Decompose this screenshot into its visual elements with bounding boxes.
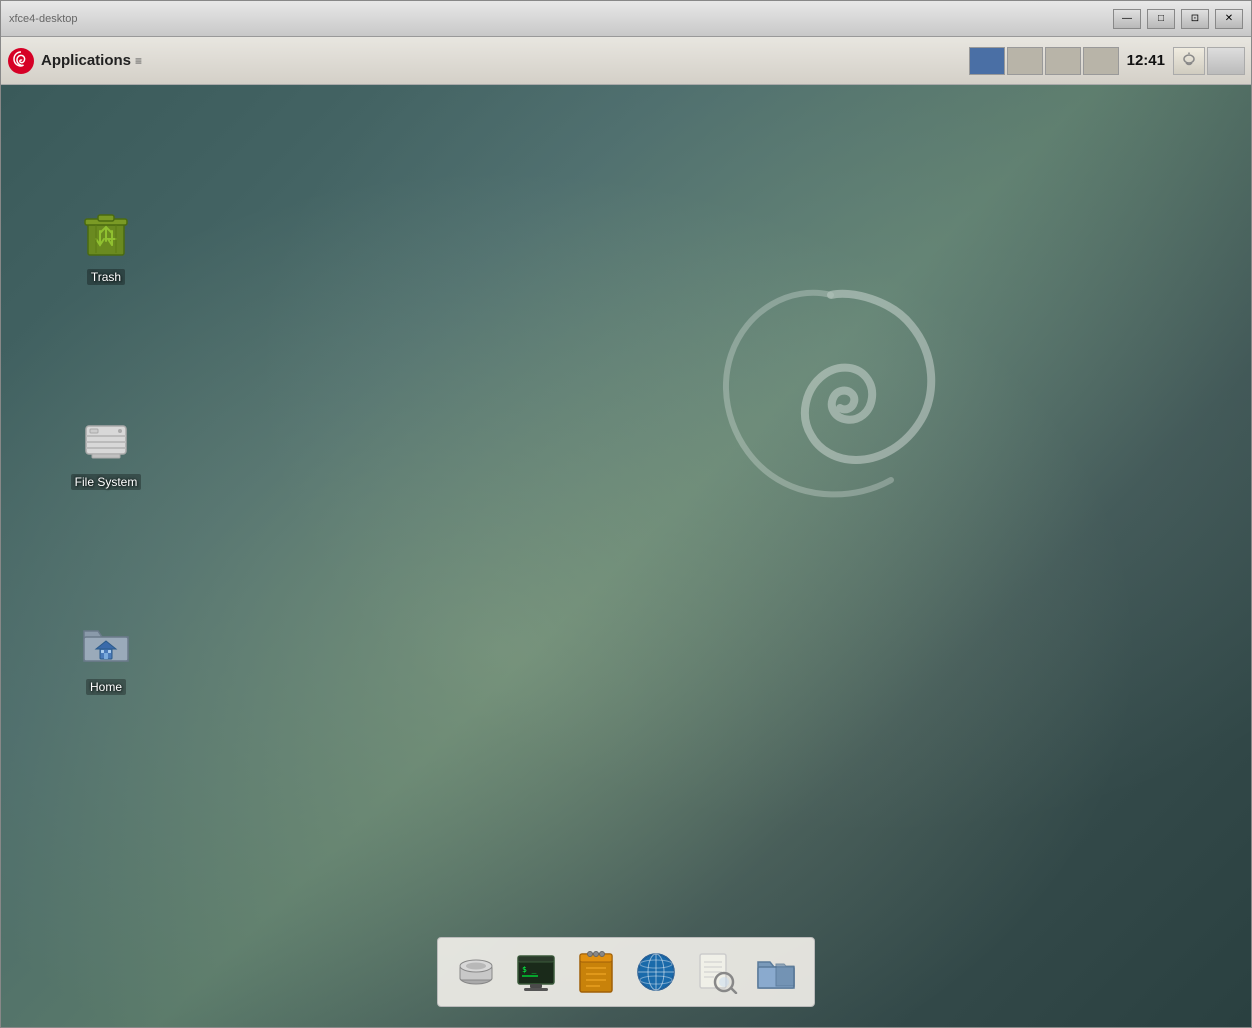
user-menu-button[interactable] (1207, 47, 1245, 75)
applications-menu-button[interactable]: Applications (41, 52, 131, 69)
debian-logo-icon[interactable] (7, 47, 35, 75)
dock-drive-button[interactable] (450, 946, 502, 998)
dock-terminal-button[interactable]: $ _ (510, 946, 562, 998)
maximize-button[interactable]: □ (1147, 9, 1175, 29)
workspace-4-button[interactable] (1083, 47, 1119, 75)
window-controls: — □ ⊡ ✕ (1113, 9, 1243, 29)
clock: 12:41 (1127, 52, 1165, 69)
workspace-3-button[interactable] (1045, 47, 1081, 75)
window-title: xfce4-desktop (9, 13, 77, 25)
dock-files-button[interactable] (750, 946, 802, 998)
title-bar: xfce4-desktop — □ ⊡ ✕ (1, 1, 1251, 37)
close-button[interactable]: ✕ (1215, 9, 1243, 29)
window-frame: xfce4-desktop — □ ⊡ ✕ Applications ≡ 12: (0, 0, 1252, 1028)
debian-swirl-logo (691, 265, 971, 545)
filesystem-icon-image (74, 406, 138, 470)
workspace-1-button[interactable] (969, 47, 1005, 75)
minimize-button[interactable]: — (1113, 9, 1141, 29)
home-label: Home (86, 679, 126, 695)
trash-icon[interactable]: Trash (61, 195, 151, 291)
notification-area-button[interactable] (1173, 47, 1205, 75)
menu-icon[interactable]: ≡ (135, 54, 142, 68)
dock-docviewer-button[interactable] (690, 946, 742, 998)
restore-button[interactable]: ⊡ (1181, 9, 1209, 29)
trash-icon-image (74, 201, 138, 265)
trash-label: Trash (87, 269, 125, 285)
bottom-dock: $ _ (437, 937, 815, 1007)
filesystem-label: File System (71, 474, 142, 490)
dock-browser-button[interactable] (630, 946, 682, 998)
workspace-switcher (969, 47, 1119, 75)
filesystem-icon[interactable]: File System (61, 400, 151, 496)
home-icon[interactable]: Home (61, 605, 151, 701)
svg-text:$ _: $ _ (522, 965, 537, 974)
workspace-2-button[interactable] (1007, 47, 1043, 75)
dock-notes-button[interactable] (570, 946, 622, 998)
home-icon-image (74, 611, 138, 675)
top-panel: Applications ≡ 12:41 (1, 37, 1251, 85)
desktop: Trash File System (1, 85, 1251, 1027)
